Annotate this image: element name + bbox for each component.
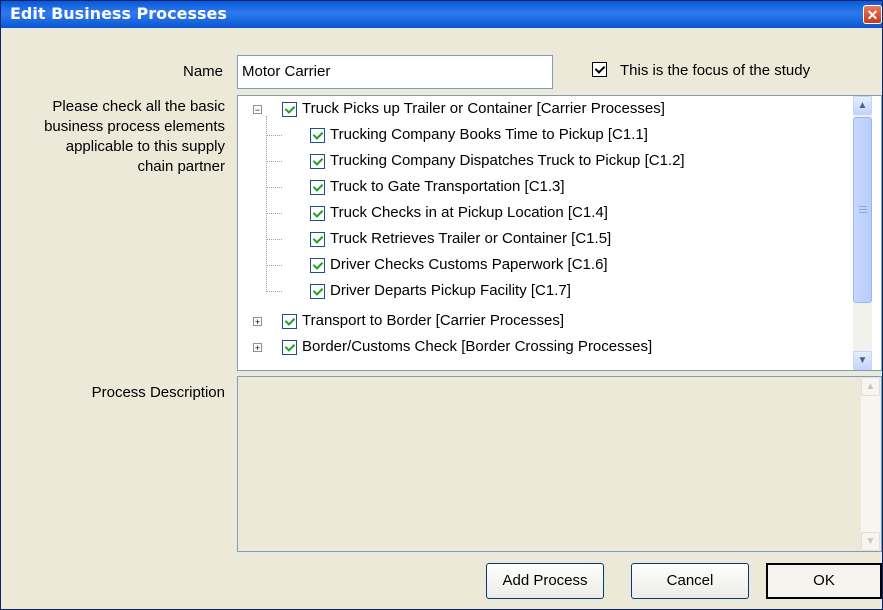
scroll-down-arrow-icon[interactable]: ▼ — [853, 351, 872, 370]
checkbox-checked-icon[interactable] — [282, 340, 297, 355]
tree-scrollbar[interactable]: ▲ ▼ — [853, 96, 872, 370]
focus-of-study-checkbox[interactable]: This is the focus of the study — [592, 60, 810, 82]
add-process-button[interactable]: Add Process — [486, 563, 604, 599]
tree-connector — [266, 239, 282, 240]
checkbox-checked-icon[interactable] — [310, 232, 325, 247]
tree-connector — [266, 291, 282, 292]
scroll-down-arrow-icon[interactable]: ▼ — [861, 532, 880, 551]
tree-connector — [266, 161, 282, 162]
scroll-up-arrow-icon[interactable]: ▲ — [853, 96, 872, 115]
name-label: Name — [182, 63, 223, 80]
tree-item-label: Trucking Company Dispatches Truck to Pic… — [330, 152, 685, 169]
title-bar[interactable]: Edit Business Processes ✕ — [1, 1, 882, 28]
checkbox-checked-icon[interactable] — [282, 102, 297, 117]
tree-item-label: Truck Retrieves Trailer or Container [C1… — [330, 230, 612, 247]
tree-item-label: Truck Picks up Trailer or Container [Car… — [302, 100, 665, 117]
business-process-tree[interactable]: − Truck Picks up Trailer or Container [C… — [237, 95, 882, 371]
tree-item-label: Driver Checks Customs Paperwork [C1.6] — [330, 256, 608, 273]
tree-item-label: Trucking Company Books Time to Pickup [C… — [330, 126, 648, 143]
tree-item-label: Truck to Gate Transportation [C1.3] — [330, 178, 565, 195]
checkbox-checked-icon[interactable] — [310, 258, 325, 273]
tree-connector — [266, 135, 282, 136]
scroll-up-arrow-icon[interactable]: ▲ — [861, 377, 880, 396]
edit-business-processes-dialog: Edit Business Processes ✕ Name Motor Car… — [0, 0, 883, 610]
checkbox-checked-icon[interactable] — [592, 61, 607, 77]
checkbox-checked-icon[interactable] — [310, 128, 325, 143]
checkbox-checked-icon[interactable] — [282, 314, 297, 329]
checkbox-checked-icon[interactable] — [310, 154, 325, 169]
name-field[interactable]: Motor Carrier — [237, 55, 553, 89]
cancel-button[interactable]: Cancel — [631, 563, 749, 599]
checkbox-checked-icon[interactable] — [310, 180, 325, 195]
process-description-field[interactable]: ▲ ▼ — [237, 376, 882, 552]
grip-line — [859, 206, 867, 207]
tree-connector — [266, 187, 282, 188]
expand-icon[interactable]: + — [253, 317, 262, 327]
close-icon[interactable]: ✕ — [863, 5, 882, 24]
focus-of-study-label: This is the focus of the study — [620, 62, 811, 79]
tree-item-label: Transport to Border [Carrier Processes] — [302, 312, 565, 329]
window-title: Edit Business Processes — [10, 4, 227, 23]
process-description-label: Process Description — [91, 384, 225, 401]
expand-icon[interactable]: + — [253, 343, 262, 353]
tree-item-label: Driver Departs Pickup Facility [C1.7] — [330, 282, 571, 299]
tree-item-label: Truck Checks in at Pickup Location [C1.4… — [330, 204, 608, 221]
scrollbar-thumb[interactable] — [853, 117, 872, 303]
grip-line — [859, 209, 867, 210]
collapse-icon[interactable]: − — [253, 105, 262, 115]
description-scrollbar[interactable]: ▲ ▼ — [861, 377, 880, 551]
checkbox-checked-icon[interactable] — [310, 206, 325, 221]
tree-item-label: Border/Customs Check [Border Crossing Pr… — [302, 338, 653, 355]
checkbox-checked-icon[interactable] — [310, 284, 325, 299]
instructions-label: Please check all the basic business proc… — [44, 98, 225, 175]
grip-line — [859, 212, 867, 213]
tree-connector — [266, 265, 282, 266]
ok-button[interactable]: OK — [766, 563, 882, 599]
tree-connector — [266, 213, 282, 214]
